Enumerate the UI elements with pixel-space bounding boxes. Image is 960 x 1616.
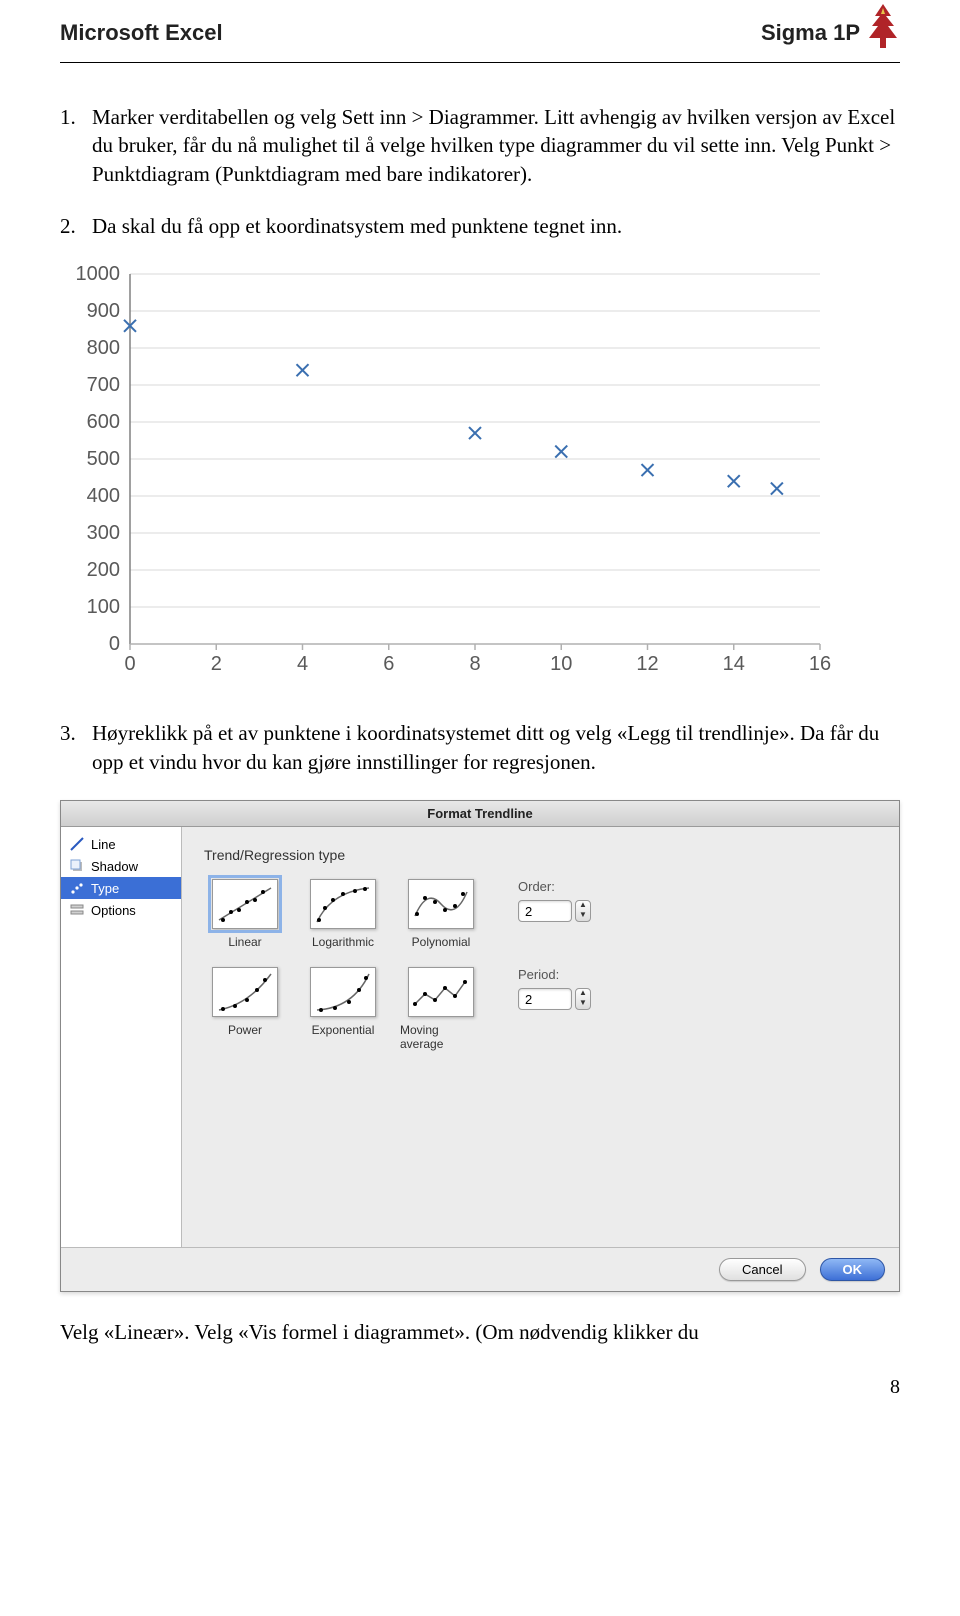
- svg-text:12: 12: [636, 653, 658, 675]
- period-input[interactable]: [518, 988, 572, 1010]
- svg-text:900: 900: [87, 300, 120, 322]
- options-icon: [69, 902, 85, 918]
- format-trendline-dialog: Format Trendline Line Shadow Type Option…: [60, 800, 900, 1292]
- type-power-label: Power: [228, 1023, 262, 1037]
- logarithmic-thumb-icon: [310, 879, 376, 929]
- svg-text:2: 2: [211, 653, 222, 675]
- type-moving-average-label: Moving average: [400, 1023, 482, 1051]
- svg-text:100: 100: [87, 596, 120, 618]
- type-logarithmic[interactable]: Logarithmic: [302, 879, 384, 949]
- svg-text:6: 6: [383, 653, 394, 675]
- order-label: Order:: [518, 879, 591, 894]
- type-linear[interactable]: Linear: [204, 879, 286, 949]
- type-polynomial-label: Polynomial: [412, 935, 471, 949]
- type-power[interactable]: Power: [204, 967, 286, 1037]
- step-1-text: Marker verditabellen og velg Sett inn > …: [92, 103, 900, 188]
- svg-text:400: 400: [87, 485, 120, 507]
- dialog-sidebar: Line Shadow Type Options: [61, 827, 182, 1247]
- period-label: Period:: [518, 967, 591, 982]
- type-exponential-label: Exponential: [312, 1023, 375, 1037]
- svg-text:500: 500: [87, 448, 120, 470]
- type-exponential[interactable]: Exponential: [302, 967, 384, 1037]
- linear-thumb-icon: [212, 879, 278, 929]
- sidebar-item-type[interactable]: Type: [61, 877, 181, 899]
- sidebar-item-options[interactable]: Options: [61, 899, 181, 921]
- step-2-text: Da skal du få opp et koordinatsystem med…: [92, 212, 900, 240]
- dialog-title: Format Trendline: [61, 801, 899, 827]
- line-icon: [69, 836, 85, 852]
- order-stepper[interactable]: ▲ ▼: [518, 900, 591, 922]
- page-number: 8: [60, 1376, 900, 1399]
- cancel-button[interactable]: Cancel: [719, 1258, 805, 1281]
- sidebar-item-shadow[interactable]: Shadow: [61, 855, 181, 877]
- exponential-thumb-icon: [310, 967, 376, 1017]
- step-2: 2. Da skal du få opp et koordinatsystem …: [60, 212, 900, 240]
- period-stepper[interactable]: ▲ ▼: [518, 988, 591, 1010]
- tree-icon: [866, 4, 900, 50]
- sidebar-item-label: Type: [91, 881, 119, 896]
- svg-text:14: 14: [723, 653, 745, 675]
- power-thumb-icon: [212, 967, 278, 1017]
- order-step-down[interactable]: ▼: [576, 911, 590, 921]
- type-moving-average[interactable]: Moving average: [400, 967, 482, 1051]
- header-left: Microsoft Excel: [60, 20, 223, 46]
- svg-text:16: 16: [809, 653, 831, 675]
- moving-average-thumb-icon: [408, 967, 474, 1017]
- type-logarithmic-label: Logarithmic: [312, 935, 374, 949]
- svg-text:800: 800: [87, 337, 120, 359]
- svg-text:10: 10: [550, 653, 572, 675]
- svg-text:600: 600: [87, 411, 120, 433]
- sidebar-item-label: Shadow: [91, 859, 138, 874]
- svg-text:200: 200: [87, 559, 120, 581]
- svg-text:1000: 1000: [76, 264, 121, 285]
- shadow-icon: [69, 858, 85, 874]
- svg-text:300: 300: [87, 522, 120, 544]
- svg-text:0: 0: [109, 633, 120, 655]
- step-3-text: Høyreklikk på et av punktene i koordinat…: [92, 719, 900, 776]
- scatter-chart: 0 100 200 300 400 500 600 700 800 900 1000 0 2 4 6 8 10 1…: [60, 264, 900, 689]
- step-2-number: 2.: [60, 212, 92, 240]
- svg-text:4: 4: [297, 653, 308, 675]
- sidebar-item-line[interactable]: Line: [61, 833, 181, 855]
- svg-text:700: 700: [87, 374, 120, 396]
- trend-regression-group-label: Trend/Regression type: [204, 847, 877, 863]
- step-3-number: 3.: [60, 719, 92, 776]
- step-1-number: 1.: [60, 103, 92, 188]
- header-right: Sigma 1P: [761, 20, 860, 46]
- step-3: 3. Høyreklikk på et av punktene i koordi…: [60, 719, 900, 776]
- type-linear-label: Linear: [228, 935, 261, 949]
- svg-text:0: 0: [124, 653, 135, 675]
- type-polynomial[interactable]: Polynomial: [400, 879, 482, 949]
- sidebar-item-label: Line: [91, 837, 116, 852]
- order-input[interactable]: [518, 900, 572, 922]
- sidebar-item-label: Options: [91, 903, 136, 918]
- svg-text:8: 8: [469, 653, 480, 675]
- step-1: 1. Marker verditabellen og velg Sett inn…: [60, 103, 900, 188]
- type-icon: [69, 880, 85, 896]
- ok-button[interactable]: OK: [820, 1258, 886, 1281]
- page-header: Microsoft Excel Sigma 1P: [60, 0, 900, 63]
- period-step-down[interactable]: ▼: [576, 999, 590, 1009]
- footer-paragraph: Velg «Lineær». Velg «Vis formel i diagra…: [60, 1318, 900, 1346]
- polynomial-thumb-icon: [408, 879, 474, 929]
